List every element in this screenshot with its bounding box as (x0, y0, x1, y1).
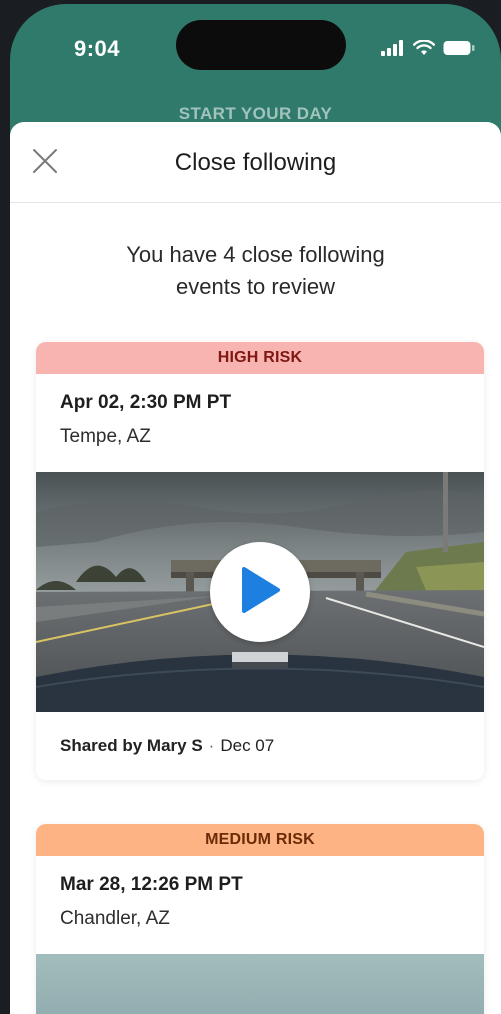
shared-by: Shared by Mary S (60, 736, 203, 755)
app-screen: 9:04 START YOUR DAY Close following You … (10, 4, 501, 1014)
close-following-sheet: Close following You have 4 close followi… (10, 122, 501, 1014)
dynamic-island (176, 20, 346, 70)
event-details: Mar 28, 12:26 PM PT Chandler, AZ (36, 856, 484, 954)
status-icons (381, 39, 475, 61)
risk-badge-medium: MEDIUM RISK (36, 824, 484, 856)
phone-device: 9:04 START YOUR DAY Close following You … (0, 0, 501, 1014)
event-video-thumbnail[interactable] (36, 954, 484, 1014)
status-time: 9:04 (74, 36, 121, 61)
shared-info: Shared by Mary S · Dec 07 (36, 712, 484, 780)
status-bar: 9:04 (10, 4, 501, 84)
intro-line-2: events to review (176, 274, 335, 299)
sheet-header: Close following (10, 122, 501, 203)
background-page-title: START YOUR DAY (178, 104, 333, 123)
event-location: Chandler, AZ (60, 908, 170, 929)
event-video-thumbnail[interactable] (36, 472, 484, 712)
battery-icon (443, 40, 475, 61)
signal-icon (381, 40, 405, 61)
play-icon (238, 566, 282, 619)
sheet-title: Close following (174, 149, 337, 176)
event-datetime: Apr 02, 2:30 PM PT (60, 392, 232, 413)
play-button[interactable] (210, 542, 310, 642)
intro-text: You have 4 close following events to rev… (96, 239, 416, 303)
event-details: Apr 02, 2:30 PM PT Tempe, AZ (36, 374, 484, 472)
wifi-icon (413, 39, 435, 61)
event-location: Tempe, AZ (60, 426, 151, 447)
event-datetime: Mar 28, 12:26 PM PT (60, 874, 243, 895)
shared-date: Dec 07 (220, 736, 275, 755)
intro-line-1: You have 4 close following (126, 242, 385, 267)
separator-dot: · (208, 736, 215, 755)
event-card[interactable]: HIGH RISK Apr 02, 2:30 PM PT Tempe, AZ S… (36, 342, 484, 780)
risk-badge-high: HIGH RISK (36, 342, 484, 374)
event-card[interactable]: MEDIUM RISK Mar 28, 12:26 PM PT Chandler… (36, 824, 484, 1014)
